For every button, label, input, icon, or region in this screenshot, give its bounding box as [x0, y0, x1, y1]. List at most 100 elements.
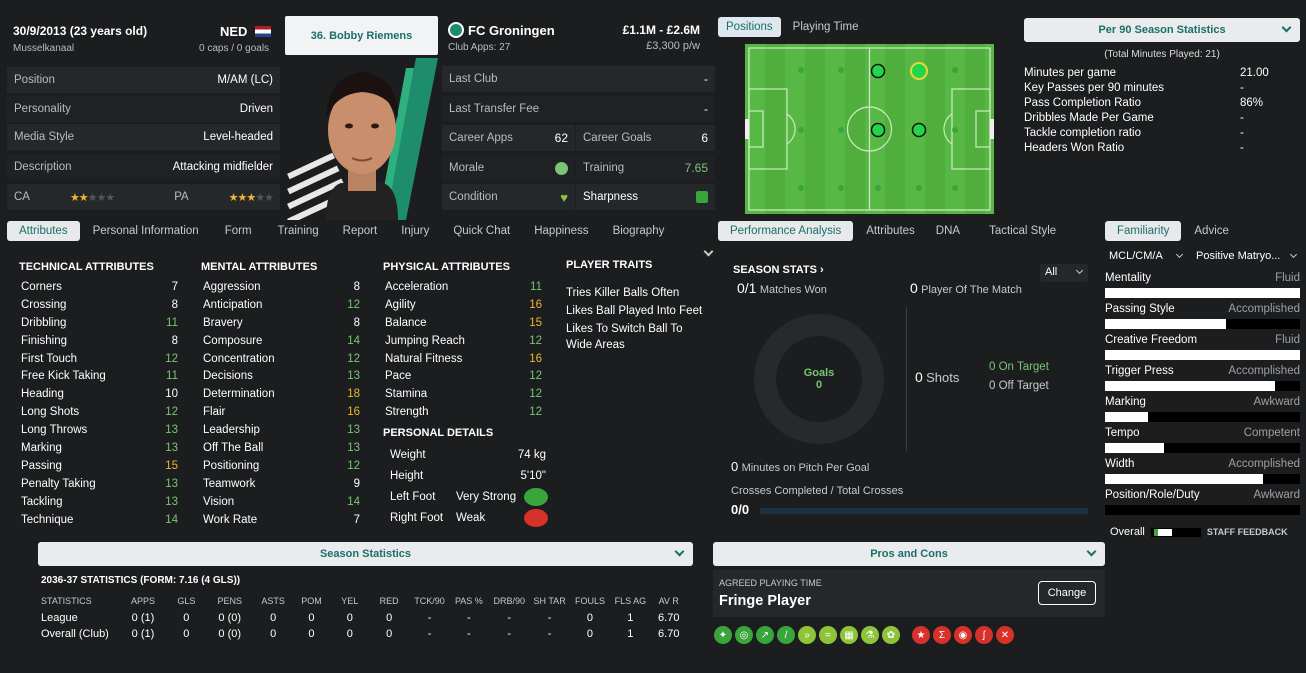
attribute-row[interactable]: Strength 12 — [385, 403, 542, 421]
pros-cons-dropdown[interactable]: Pros and Cons — [713, 542, 1105, 566]
zigzag-icon[interactable]: Σ — [933, 626, 951, 644]
club-badge-icon — [448, 22, 464, 38]
attribute-row[interactable]: Long Shots 12 — [21, 403, 178, 421]
tab-performance-analysis[interactable]: Performance Analysis — [718, 221, 854, 241]
shots: 0 Shots — [915, 369, 960, 385]
attribute-row[interactable]: Pace 12 — [385, 367, 542, 385]
tab-advice[interactable]: Advice — [1186, 221, 1237, 241]
tab-tactical-style[interactable]: Tactical Style — [981, 221, 1064, 241]
club-name[interactable]: FC Groningen — [468, 23, 555, 38]
season-filter-select[interactable]: All — [1040, 264, 1088, 282]
speed-icon[interactable]: » — [798, 626, 816, 644]
tab-biography[interactable]: Biography — [605, 221, 673, 241]
attribute-row[interactable]: Technique 14 — [21, 511, 178, 529]
familiarity-bar — [1105, 350, 1300, 360]
sharpness-row: Sharpness — [576, 184, 715, 210]
attribute-row[interactable]: Tackling 13 — [21, 493, 178, 511]
attribute-row[interactable]: Agility 16 — [385, 296, 542, 314]
attribute-row[interactable]: Free Kick Taking 11 — [21, 367, 178, 385]
familiarity-tabs: Familiarity Advice — [1105, 221, 1237, 241]
attribute-row[interactable]: Crossing 8 — [21, 296, 178, 314]
attribute-row[interactable]: Decisions 13 — [203, 367, 360, 385]
tab-personal-information[interactable]: Personal Information — [85, 221, 207, 241]
pitch-graphic — [745, 44, 994, 214]
tab-report[interactable]: Report — [335, 221, 386, 241]
attribute-row[interactable]: Natural Fitness 16 — [385, 350, 542, 368]
attribute-row[interactable]: Composure 14 — [203, 332, 360, 350]
attribute-row[interactable]: Jumping Reach 12 — [385, 332, 542, 350]
table-header: APPS — [130, 596, 155, 606]
pass-icon[interactable]: ≈ — [819, 626, 837, 644]
attribute-row[interactable]: Flair 16 — [203, 403, 360, 421]
tab-positions[interactable]: Positions — [718, 17, 781, 37]
attribute-row[interactable]: Anticipation 12 — [203, 296, 360, 314]
tab-training[interactable]: Training — [270, 221, 327, 241]
bullseye-icon[interactable]: ◉ — [954, 626, 972, 644]
attribute-row[interactable]: Off The Ball 13 — [203, 439, 360, 457]
footprint-icon[interactable]: ʃ — [975, 626, 993, 644]
attribute-row[interactable]: Dribbling 11 — [21, 314, 178, 332]
tab-perf-attributes[interactable]: Attributes — [858, 221, 923, 241]
attribute-row[interactable]: Long Throws 13 — [21, 421, 178, 439]
chevron-down-icon[interactable] — [703, 246, 714, 257]
per90-dropdown[interactable]: Per 90 Season Statistics — [1024, 18, 1300, 42]
season-stats-title[interactable]: SEASON STATS › — [733, 264, 824, 276]
chevron-down-icon — [1075, 266, 1084, 275]
attribute-row[interactable]: First Touch 12 — [21, 350, 178, 368]
season-statistics-dropdown[interactable]: Season Statistics — [38, 542, 693, 566]
tab-playing-time[interactable]: Playing Time — [785, 17, 867, 37]
staff-feedback-link[interactable]: STAFF FEEDBACK — [1207, 527, 1288, 537]
attribute-row[interactable]: Vision 14 — [203, 493, 360, 511]
morale-icon — [555, 161, 568, 175]
attribute-row[interactable]: Penalty Taking 13 — [21, 475, 178, 493]
attribute-row[interactable]: Positioning 12 — [203, 457, 360, 475]
tab-quick-chat[interactable]: Quick Chat — [445, 221, 518, 241]
target-icon[interactable]: ◎ — [735, 626, 753, 644]
attribute-row[interactable]: Corners 7 — [21, 278, 178, 296]
attribute-row[interactable]: Leadership 13 — [203, 421, 360, 439]
table-header: ASTS — [261, 596, 285, 606]
trait-item: Likes To Switch Ball To Wide Areas — [566, 323, 683, 351]
attribute-row[interactable]: Acceleration 11 — [385, 278, 542, 296]
leaf-icon[interactable]: ✿ — [882, 626, 900, 644]
star-icon[interactable]: ★ — [912, 626, 930, 644]
attribute-row[interactable]: Marking 13 — [21, 439, 178, 457]
dob: 30/9/2013 (23 years old) — [13, 24, 148, 38]
table-row[interactable]: League 0 (1) 0 0 (0) 0 0 0 0- - - -0 1 6.70 — [38, 610, 688, 626]
trend-icon[interactable]: ↗ — [756, 626, 774, 644]
role-select[interactable]: Positive Matryo... — [1192, 248, 1300, 266]
attribute-row[interactable]: Bravery 8 — [203, 314, 360, 332]
attribute-row[interactable]: Work Rate 7 — [203, 511, 360, 529]
boot-icon[interactable]: / — [777, 626, 795, 644]
table-header: RED — [379, 596, 399, 606]
tab-happiness[interactable]: Happiness — [526, 221, 596, 241]
attribute-row[interactable]: Aggression 8 — [203, 278, 360, 296]
tab-injury[interactable]: Injury — [393, 221, 437, 241]
nation[interactable]: NED — [220, 24, 247, 39]
table-header: AV R — [658, 596, 679, 606]
tab-dna[interactable]: DNA — [928, 221, 968, 241]
attribute-row[interactable]: Teamwork 9 — [203, 475, 360, 493]
tab-attributes[interactable]: Attributes — [7, 221, 80, 241]
attribute-row[interactable]: Heading 10 — [21, 385, 178, 403]
personal-details-title: PERSONAL DETAILS — [383, 427, 494, 440]
sharpness-icon — [696, 191, 708, 203]
morale-row: Morale — [442, 155, 575, 181]
tools-icon[interactable]: ✕ — [996, 626, 1014, 644]
attribute-row[interactable]: Balance 15 — [385, 314, 542, 332]
attribute-row[interactable]: Concentration 12 — [203, 350, 360, 368]
familiarity-bar — [1105, 381, 1300, 391]
flask-icon[interactable]: ⚗ — [861, 626, 879, 644]
attribute-row[interactable]: Determination 18 — [203, 385, 360, 403]
change-button[interactable]: Change — [1038, 581, 1096, 605]
tab-form[interactable]: Form — [217, 221, 260, 241]
position-select[interactable]: MCL/CM/A — [1105, 248, 1188, 266]
table-row[interactable]: Overall (Club) 0 (1) 0 0 (0) 0 0 0 0- - - -0 1 6.70 — [38, 626, 688, 642]
attribute-row[interactable]: Stamina 12 — [385, 385, 542, 403]
pitch-icon[interactable]: ▦ — [840, 626, 858, 644]
attribute-row[interactable]: Finishing 8 — [21, 332, 178, 350]
attribute-row[interactable]: Passing 15 — [21, 457, 178, 475]
season-form: 2036-37 STATISTICS (FORM: 7.16 (4 GLS)) — [41, 575, 241, 586]
brain-icon[interactable]: ✦ — [714, 626, 732, 644]
tab-familiarity[interactable]: Familiarity — [1105, 221, 1182, 241]
